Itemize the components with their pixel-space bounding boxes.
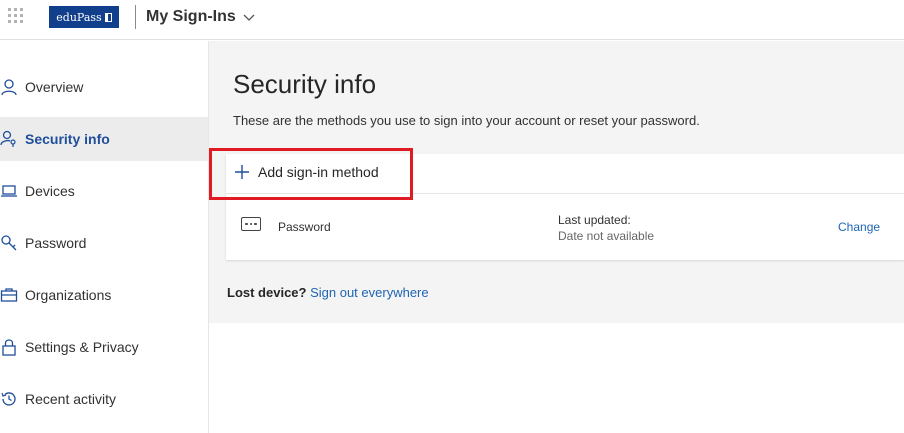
sidebar-nav: Overview Security info Devices Password … (0, 41, 209, 433)
sidebar-item-label: Devices (25, 183, 75, 199)
app-title: My Sign-Ins (146, 8, 236, 25)
sidebar-item-password[interactable]: Password (0, 221, 208, 265)
lost-device-row: Lost device? Sign out everywhere (227, 285, 429, 300)
header-divider (135, 5, 136, 29)
highlight-annotation (209, 148, 413, 200)
sidebar-item-label: Settings & Privacy (25, 339, 139, 355)
page-subtitle: These are the methods you use to sign in… (233, 113, 700, 128)
sidebar-item-label: Organizations (25, 287, 112, 303)
laptop-icon (0, 182, 18, 200)
main-content: Security info These are the methods you … (209, 41, 904, 323)
add-method-row: Add sign-in method (209, 148, 904, 200)
method-name: Password (278, 220, 331, 234)
key-icon (0, 234, 18, 252)
lock-icon (0, 338, 18, 356)
sidebar-item-label: Recent activity (25, 391, 117, 407)
brand-logo[interactable]: eduPass (49, 6, 119, 28)
main-lower-area (209, 323, 904, 433)
chevron-down-icon (243, 14, 255, 21)
sidebar-item-label: Overview (25, 79, 84, 95)
change-password-link[interactable]: Change (838, 220, 880, 234)
page-title: Security info (233, 69, 377, 99)
password-dots-icon (241, 217, 261, 231)
sidebar-item-recent-activity[interactable]: Recent activity (0, 377, 208, 421)
lost-device-label: Lost device? (227, 285, 307, 300)
methods-card: Add sign-in method Password Last updated… (209, 148, 904, 260)
key-person-icon (0, 130, 18, 148)
person-icon (0, 78, 18, 96)
sign-out-everywhere-link[interactable]: Sign out everywhere (310, 285, 429, 300)
sidebar-item-overview[interactable]: Overview (0, 65, 208, 109)
app-launcher-icon[interactable] (6, 6, 28, 28)
sidebar-item-settings-privacy[interactable]: Settings & Privacy (0, 325, 208, 369)
history-icon (0, 390, 18, 408)
logo-mark-icon (104, 12, 112, 22)
sidebar-item-organizations[interactable]: Organizations (0, 273, 208, 317)
sidebar-item-label: Password (25, 235, 87, 251)
app-title-menu[interactable]: My Sign-Ins (146, 8, 256, 26)
briefcase-icon (0, 286, 18, 304)
sidebar-item-label: Security info (25, 131, 110, 147)
last-updated-value: Date not available (558, 229, 655, 243)
method-row-password: Password Last updated: Date not availabl… (226, 195, 904, 260)
sidebar-item-security-info[interactable]: Security info (0, 117, 208, 161)
top-header: eduPass My Sign-Ins (0, 0, 904, 40)
logo-text: eduPass (56, 10, 102, 24)
last-updated-label: Last updated: (558, 213, 631, 227)
sidebar-item-devices[interactable]: Devices (0, 169, 208, 213)
